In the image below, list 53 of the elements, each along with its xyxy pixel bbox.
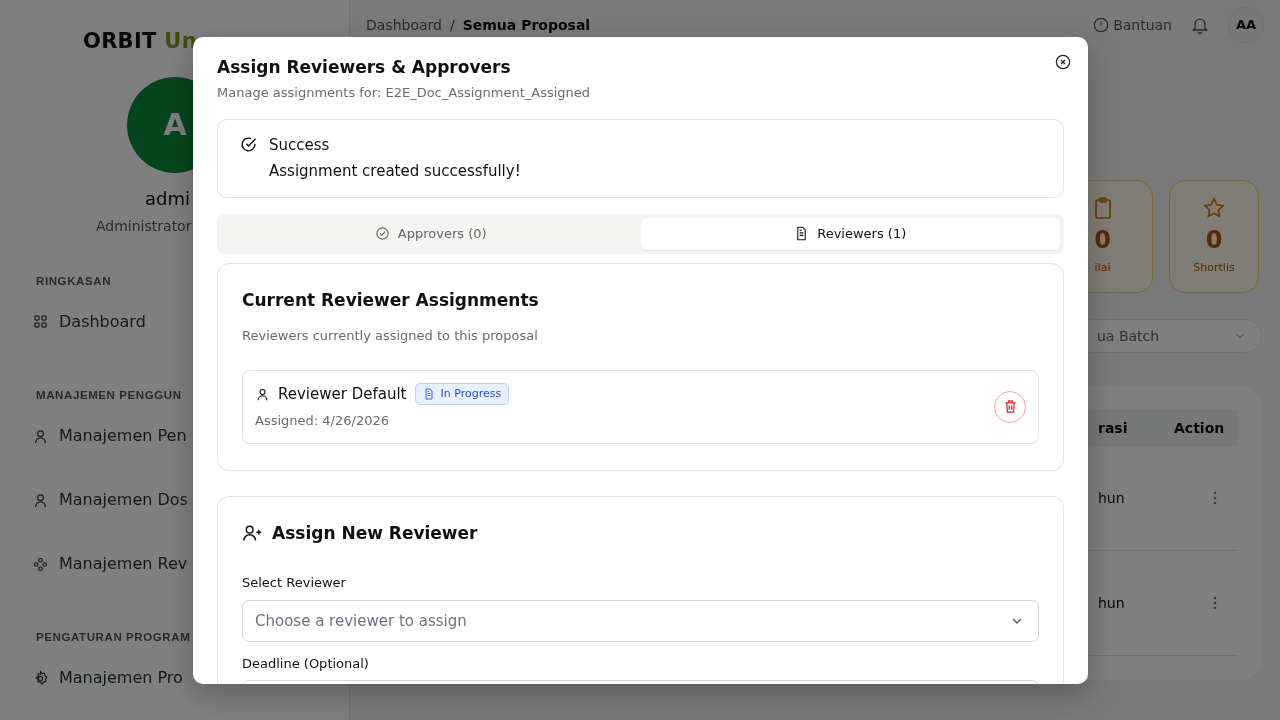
- logo-text: ORBIT Un: [82, 28, 198, 55]
- people-icon: [32, 555, 49, 573]
- column-header: rasi: [1097, 418, 1129, 438]
- status-badge: In Progress: [414, 382, 510, 406]
- user-icon: [255, 386, 270, 402]
- stat-label: ilai: [1094, 260, 1111, 277]
- section-heading: MANAJEMEN PENGGUN: [36, 387, 182, 403]
- check-circle-icon: [374, 226, 390, 242]
- tab[interactable]: Approvers (0): [221, 217, 641, 250]
- alert-title: Success: [269, 134, 331, 156]
- user-icon: [32, 427, 49, 445]
- column-header: Action: [1174, 418, 1225, 438]
- delete-button[interactable]: [994, 390, 1026, 423]
- breadcrumb-separator: /: [449, 15, 455, 35]
- user-name: admi: [144, 186, 191, 211]
- card-title: Current Reviewer Assignments: [242, 289, 540, 311]
- section-heading: RINGKASAN: [36, 273, 112, 289]
- reviewer-select[interactable]: Choose a reviewer to assign: [242, 599, 1039, 642]
- info-icon: [1093, 17, 1110, 33]
- table-cell-text: hun: [1097, 593, 1126, 613]
- sidebar-item[interactable]: Manajemen Pro: [32, 646, 183, 711]
- table-cell-text: hun: [1097, 488, 1126, 508]
- assigned-date: Assigned: 4/26/2026: [255, 412, 390, 431]
- field-label: Select Reviewer: [242, 574, 347, 593]
- help-link[interactable]: Bantuan: [1093, 14, 1172, 36]
- grid-icon: [32, 313, 49, 331]
- user-role: Administrator: [95, 216, 193, 236]
- stat-value: 0: [1205, 225, 1223, 257]
- sidebar-item[interactable]: Dashboard: [32, 289, 146, 354]
- breadcrumb-link[interactable]: Dashboard: [366, 14, 442, 36]
- card-title: Assign New Reviewer: [272, 522, 478, 544]
- document-icon: [422, 388, 435, 401]
- user-icon: [32, 491, 49, 509]
- tab[interactable]: Reviewers (1): [640, 217, 1060, 250]
- more-vertical-icon[interactable]: [1213, 596, 1217, 610]
- sidebar-item[interactable]: Manajemen Dos: [32, 468, 188, 532]
- check-circle-icon: [240, 135, 257, 153]
- stat-label: Shortlis: [1193, 260, 1235, 277]
- stat-value: 0: [1094, 225, 1111, 257]
- alert-message: Assignment created successfully!: [269, 161, 521, 183]
- settings-icon: [32, 669, 49, 687]
- sidebar-item[interactable]: Manajemen Rev: [32, 532, 188, 596]
- user-avatar[interactable]: AA: [1228, 7, 1264, 43]
- card-description: Reviewers currently assigned to this proposal: [242, 327, 539, 346]
- star-icon: [1202, 196, 1226, 221]
- breadcrumb-current: Semua Proposal: [462, 15, 591, 35]
- dialog-title: Assign Reviewers & Approvers: [217, 57, 512, 78]
- section-heading: PENGATURAN PROGRAM: [36, 630, 191, 645]
- sidebar-item[interactable]: Manajemen Pen: [32, 404, 187, 468]
- reviewer-name: Reviewer Default: [278, 383, 407, 405]
- close-button[interactable]: [1055, 54, 1071, 70]
- field-label: Deadline (Optional): [242, 654, 370, 673]
- more-vertical-icon[interactable]: [1213, 491, 1217, 505]
